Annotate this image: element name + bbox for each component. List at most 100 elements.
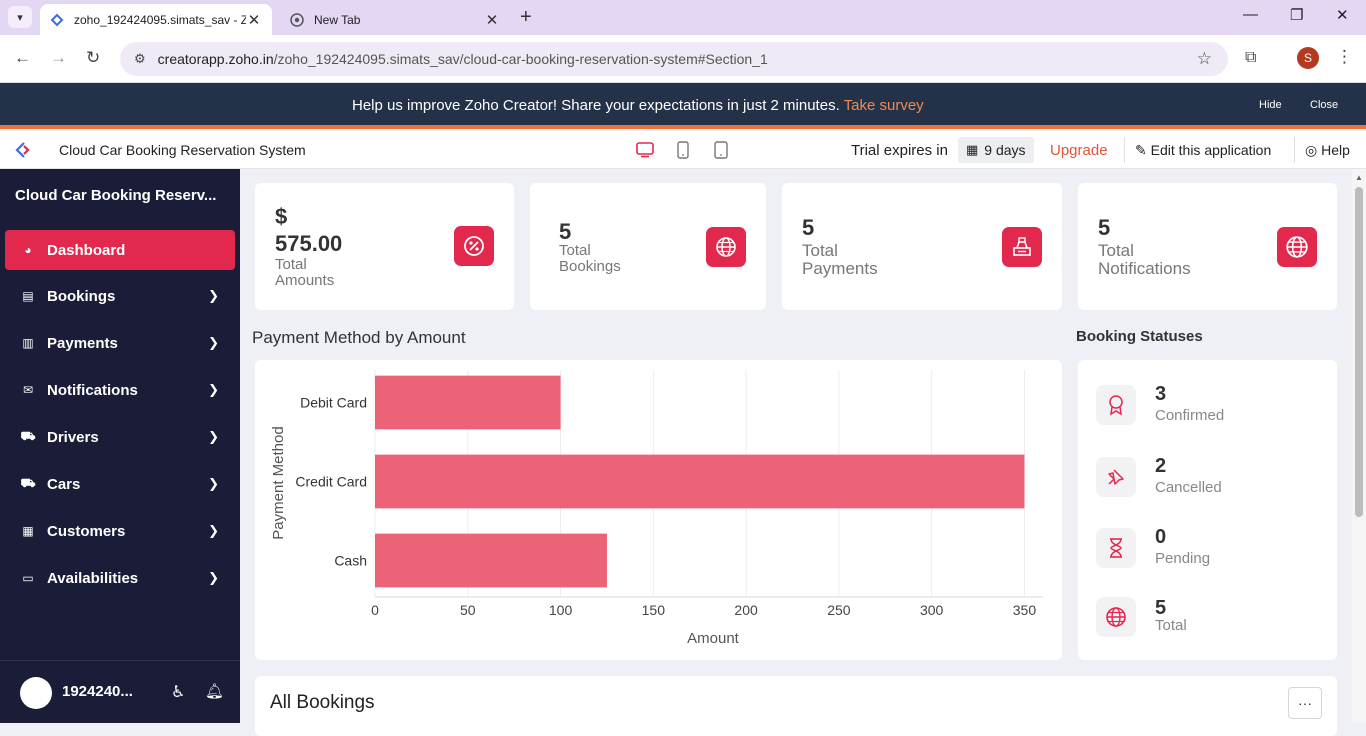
sidebar-item-customers[interactable]: ▦ Customers ❯ bbox=[5, 511, 235, 551]
browser-tab-newtab[interactable]: New Tab ✕ bbox=[280, 4, 510, 35]
page-scrollbar[interactable]: ▲ bbox=[1352, 169, 1366, 723]
x-axis-title: Amount bbox=[687, 630, 740, 647]
forward-arrow-icon[interactable]: → bbox=[50, 48, 67, 68]
stat-value: 5 bbox=[1098, 215, 1111, 240]
desktop-view-icon[interactable] bbox=[635, 140, 655, 160]
percent-badge-icon bbox=[454, 226, 494, 266]
calendar-icon: ▦ bbox=[966, 142, 979, 157]
more-options-button[interactable]: ··· bbox=[1288, 687, 1322, 719]
bar[interactable] bbox=[375, 454, 1025, 509]
hide-banner-button[interactable]: Hide bbox=[1259, 99, 1282, 111]
payment-method-chart-card: Debit Card Credit Card Cash 0 50 100 150 200 25… bbox=[255, 360, 1062, 660]
sidebar-item-dashboard[interactable]: ◕ Dashboard bbox=[5, 230, 235, 270]
x-tick-label: 250 bbox=[827, 602, 851, 618]
sidebar-item-label: Customers bbox=[47, 522, 126, 540]
back-arrow-icon[interactable]: ← bbox=[14, 48, 31, 68]
zoho-creator-logo-icon[interactable] bbox=[14, 141, 34, 164]
edit-application-button[interactable]: ✎ Edit this application bbox=[1135, 142, 1271, 159]
mobile-view-icon[interactable] bbox=[711, 140, 731, 160]
restore-icon[interactable]: ❐ bbox=[1290, 6, 1303, 24]
help-button[interactable]: ◎ Help bbox=[1305, 142, 1350, 159]
sidebar-item-label: Availabilities bbox=[47, 569, 139, 587]
new-tab-plus-icon[interactable]: + bbox=[520, 6, 532, 29]
close-banner-button[interactable]: Close bbox=[1310, 99, 1338, 111]
status-label: Cancelled bbox=[1155, 479, 1222, 496]
stat-label: Amounts bbox=[275, 272, 335, 289]
mail-icon: ✉ bbox=[22, 383, 34, 397]
chrome-favicon-icon bbox=[290, 12, 304, 27]
extensions-icon[interactable]: ⧉ bbox=[1245, 49, 1256, 67]
sidebar-item-bookings[interactable]: ▤ Bookings ❯ bbox=[5, 276, 235, 316]
browser-toolbar: ← → ↻ ⚙ creatorapp.zoho.in/zoho_19242409… bbox=[0, 35, 1366, 83]
y-axis-title: Payment Method bbox=[270, 426, 287, 539]
sidebar-item-label: Drivers bbox=[47, 428, 99, 446]
stat-card-total-payments: 5 Total Payments bbox=[782, 183, 1062, 310]
bookings-icon: ▤ bbox=[22, 289, 34, 303]
profile-avatar[interactable]: S bbox=[1297, 47, 1319, 69]
ribbon-icon bbox=[1096, 385, 1136, 425]
stat-card-total-amounts: $ 575.00 Total Amounts bbox=[255, 183, 514, 310]
accessibility-icon[interactable]: ♿ bbox=[171, 682, 185, 702]
tablet-view-icon[interactable] bbox=[673, 140, 693, 160]
scrollbar-thumb[interactable] bbox=[1355, 187, 1363, 517]
trial-days-badge: ▦ 9 days bbox=[958, 137, 1034, 163]
sidebar-item-payments[interactable]: ▥ Payments ❯ bbox=[5, 323, 235, 363]
all-bookings-card bbox=[255, 676, 1337, 736]
payment-method-bar-chart[interactable]: Debit Card Credit Card Cash 0 50 100 150 200 25… bbox=[255, 360, 1062, 660]
sidebar-app-title: Cloud Car Booking Reserv... bbox=[15, 187, 217, 204]
globe-badge-icon bbox=[706, 227, 746, 267]
take-survey-link[interactable]: Take survey bbox=[844, 97, 924, 114]
window-close-icon[interactable]: ✕ bbox=[1336, 6, 1349, 24]
sidebar-user-panel: 1924240... ♿ 🔔︎ bbox=[0, 660, 240, 723]
payments-icon: ▥ bbox=[22, 336, 34, 350]
hourglass-icon bbox=[1096, 528, 1136, 568]
browser-menu-icon[interactable]: ⋮ bbox=[1336, 47, 1353, 67]
stat-label: Bookings bbox=[559, 258, 621, 275]
sidebar-item-notifications[interactable]: ✉ Notifications ❯ bbox=[5, 370, 235, 410]
minimize-icon[interactable]: — bbox=[1243, 6, 1258, 23]
sidebar: Cloud Car Booking Reserv... ◕ Dashboard … bbox=[0, 169, 240, 723]
chevron-right-icon: ❯ bbox=[208, 429, 219, 444]
y-category-label: Debit Card bbox=[300, 395, 367, 411]
avatar[interactable] bbox=[20, 677, 52, 709]
sidebar-item-label: Bookings bbox=[47, 287, 116, 305]
user-name[interactable]: 1924240... bbox=[62, 683, 133, 700]
chevron-right-icon: ❯ bbox=[208, 335, 219, 350]
scroll-up-arrow-icon[interactable]: ▲ bbox=[1355, 173, 1363, 182]
trial-label: Trial expires in bbox=[851, 142, 948, 159]
x-tick-label: 50 bbox=[460, 602, 476, 618]
header-divider bbox=[1294, 137, 1295, 163]
zoho-favicon-icon bbox=[50, 13, 64, 27]
browser-tab-strip: ▾ zoho_192424095.simats_sav - Z ✕ New Ta… bbox=[0, 0, 1366, 35]
url-bar[interactable]: ⚙ creatorapp.zoho.in/zoho_192424095.sima… bbox=[120, 42, 1228, 76]
sidebar-item-availabilities[interactable]: ▭ Availabilities ❯ bbox=[5, 558, 235, 598]
globe-badge-icon bbox=[1277, 227, 1317, 267]
close-tab-icon[interactable]: ✕ bbox=[246, 11, 262, 29]
stat-value: 575.00 bbox=[275, 231, 343, 256]
browser-tab-active[interactable]: zoho_192424095.simats_sav - Z ✕ bbox=[40, 4, 272, 35]
sidebar-item-label: Notifications bbox=[47, 381, 138, 399]
help-icon: ◎ bbox=[1305, 142, 1322, 158]
app-header: Cloud Car Booking Reservation System Tri… bbox=[0, 131, 1366, 169]
trial-days-value: 9 days bbox=[984, 142, 1026, 158]
app-name: Cloud Car Booking Reservation System bbox=[59, 142, 306, 158]
bar[interactable] bbox=[375, 375, 561, 430]
chevron-right-icon: ❯ bbox=[208, 382, 219, 397]
reload-icon[interactable]: ↻ bbox=[86, 48, 100, 68]
site-info-icon[interactable]: ⚙ bbox=[134, 51, 146, 67]
sidebar-item-drivers[interactable]: ⛟ Drivers ❯ bbox=[5, 417, 235, 457]
close-tab-icon[interactable]: ✕ bbox=[484, 11, 500, 29]
chart-bars bbox=[375, 375, 1025, 588]
bookmark-star-icon[interactable]: ☆ bbox=[1197, 49, 1212, 69]
status-label: Pending bbox=[1155, 550, 1211, 567]
tab-search-button[interactable]: ▾ bbox=[8, 6, 32, 28]
survey-banner: Help us improve Zoho Creator! Share your… bbox=[0, 83, 1366, 129]
bar[interactable] bbox=[375, 533, 607, 588]
sidebar-item-label: Payments bbox=[47, 334, 118, 352]
booking-statuses-title: Booking Statuses bbox=[1076, 328, 1203, 345]
sidebar-item-cars[interactable]: ⛟ Cars ❯ bbox=[5, 464, 235, 504]
bell-icon[interactable]: 🔔︎ bbox=[205, 682, 224, 700]
upgrade-link[interactable]: Upgrade bbox=[1050, 142, 1108, 159]
x-tick-label: 150 bbox=[642, 602, 666, 618]
stat-card-total-bookings: 5 Total Bookings bbox=[530, 183, 766, 310]
